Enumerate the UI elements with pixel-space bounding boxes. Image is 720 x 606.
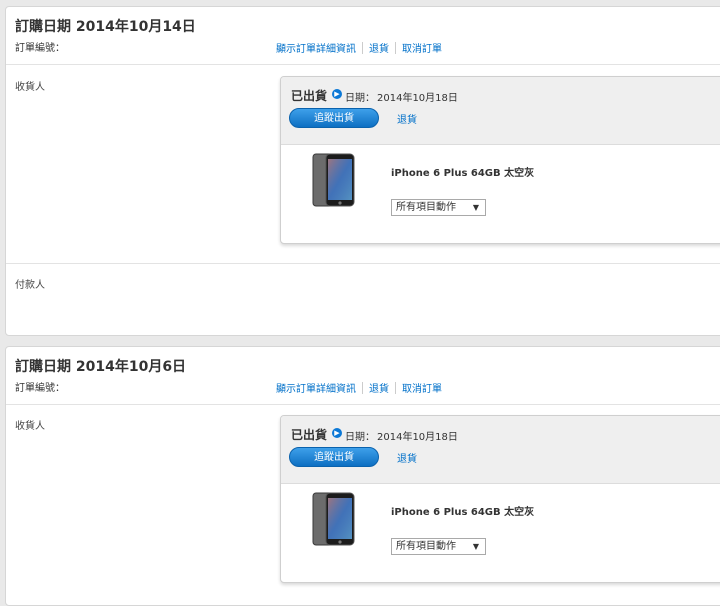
return-link[interactable]: 退貨: [369, 40, 389, 55]
payer-label: 付款人: [15, 280, 45, 291]
info-circle-icon[interactable]: ▶: [332, 89, 342, 99]
show-order-details-link[interactable]: 顯示訂單詳細資訊: [276, 380, 356, 395]
item-actions-select[interactable]: 所有項目動作 ▼: [391, 199, 486, 216]
shipment-header: 已出貨 ▶ 日期： 2014年10月18日 追蹤出貨 退貨: [281, 77, 720, 145]
link-separator: [362, 41, 363, 54]
ship-date-label: 日期：: [345, 432, 375, 443]
divider: [6, 263, 720, 264]
iphone-image: [312, 153, 355, 207]
shipment-return-link[interactable]: 退貨: [397, 111, 417, 126]
cancel-order-link[interactable]: 取消訂單: [402, 40, 442, 55]
order-card: 訂購日期 2014年10月6日 訂單編號： 顯示訂單詳細資訊 退貨 取消訂單 收…: [5, 346, 720, 606]
info-circle-icon[interactable]: ▶: [332, 428, 342, 438]
order-title: 訂購日期 2014年10月6日: [15, 359, 187, 375]
order-card: 訂購日期 2014年10月14日 訂單編號： 顯示訂單詳細資訊 退貨 取消訂單 …: [5, 6, 720, 336]
track-shipment-button[interactable]: 追蹤出貨: [289, 447, 379, 467]
order-number-label: 訂單編號：: [15, 43, 65, 54]
return-link[interactable]: 退貨: [369, 380, 389, 395]
item-actions-value: 所有項目動作: [396, 541, 456, 552]
track-shipment-button[interactable]: 追蹤出貨: [289, 108, 379, 128]
shipment-panel: 已出貨 ▶ 日期： 2014年10月18日 追蹤出貨 退貨 iPhone 6 P…: [280, 415, 720, 583]
order-links: 顯示訂單詳細資訊 退貨 取消訂單: [276, 380, 442, 395]
recipient-label: 收貨人: [15, 82, 45, 93]
triangle-down-icon: ▼: [472, 542, 479, 551]
ship-date-value: 2014年10月18日: [377, 93, 458, 104]
cancel-order-link[interactable]: 取消訂單: [402, 380, 442, 395]
item-actions-select[interactable]: 所有項目動作 ▼: [391, 538, 486, 555]
order-title: 訂購日期 2014年10月14日: [15, 19, 196, 35]
shipment-panel: 已出貨 ▶ 日期： 2014年10月18日 追蹤出貨 退貨 iPhone 6 P…: [280, 76, 720, 244]
divider: [6, 404, 720, 405]
show-order-details-link[interactable]: 顯示訂單詳細資訊: [276, 40, 356, 55]
link-separator: [395, 381, 396, 394]
divider: [6, 64, 720, 65]
link-separator: [395, 41, 396, 54]
order-number-label: 訂單編號：: [15, 383, 65, 394]
ship-date-label: 日期：: [345, 93, 375, 104]
triangle-down-icon: ▼: [472, 203, 479, 212]
shipment-return-link[interactable]: 退貨: [397, 450, 417, 465]
order-links: 顯示訂單詳細資訊 退貨 取消訂單: [276, 40, 442, 55]
product-name: iPhone 6 Plus 64GB 太空灰: [391, 507, 535, 518]
recipient-label: 收貨人: [15, 421, 45, 432]
link-separator: [362, 381, 363, 394]
ship-date-value: 2014年10月18日: [377, 432, 458, 443]
shipment-header: 已出貨 ▶ 日期： 2014年10月18日 追蹤出貨 退貨: [281, 416, 720, 484]
product-name: iPhone 6 Plus 64GB 太空灰: [391, 168, 535, 179]
shipment-status: 已出貨: [291, 89, 328, 103]
iphone-image: [312, 492, 355, 546]
shipment-status: 已出貨: [291, 428, 328, 442]
item-actions-value: 所有項目動作: [396, 202, 456, 213]
